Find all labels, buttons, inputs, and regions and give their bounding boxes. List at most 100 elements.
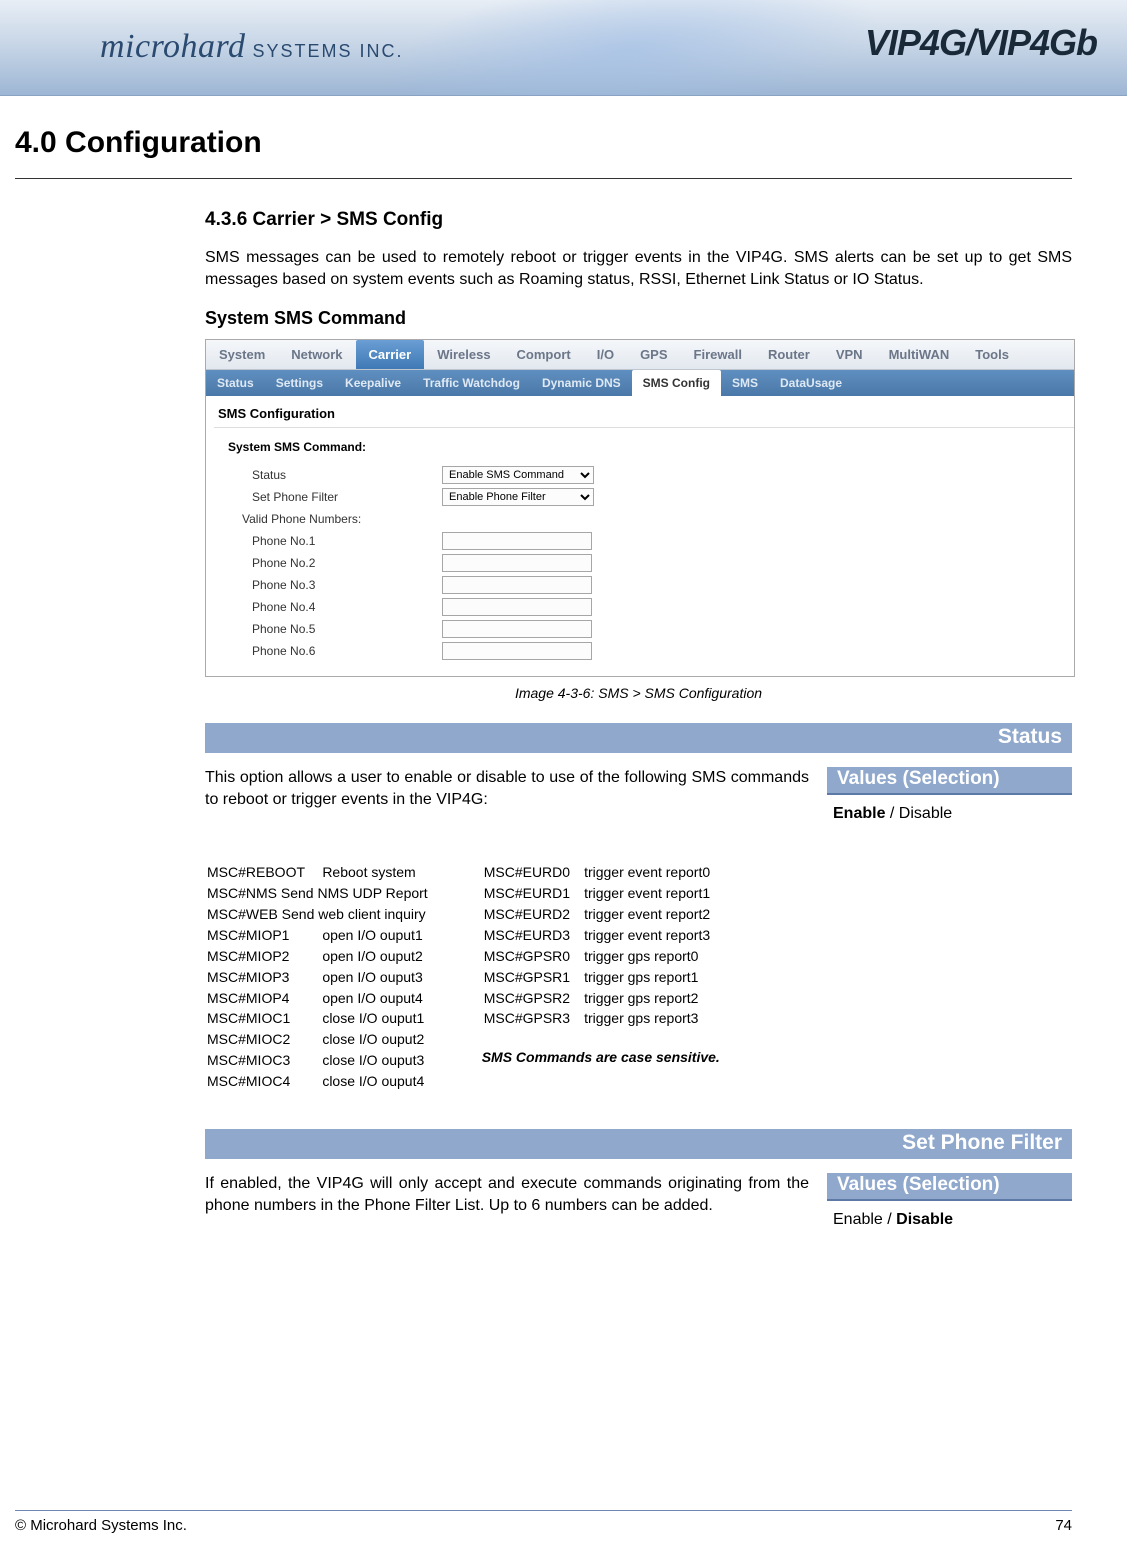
input-phone4[interactable] [442, 598, 592, 616]
row-phone-filter: Set Phone Filter Enable Phone Filter [214, 486, 1074, 508]
cmd-code: MSC#REBOOT [207, 863, 320, 882]
subtab-keepalive[interactable]: Keepalive [334, 370, 412, 396]
label-phone3: Phone No.3 [252, 578, 442, 592]
footer-copyright: © Microhard Systems Inc. [15, 1517, 187, 1534]
cmd-desc: open I/O ouput2 [322, 947, 439, 966]
cmd-desc: trigger event report1 [584, 884, 722, 903]
cmd-row: MSC#WEB Send web client inquiry [207, 905, 440, 924]
cmd-desc: close I/O ouput2 [322, 1030, 439, 1049]
values-header-2: Values (Selection) [827, 1173, 1072, 1201]
cmd-code: MSC#MIOP4 [207, 989, 320, 1008]
cmd-code: MSC#MIOP3 [207, 968, 320, 987]
footer-rule [15, 1510, 1072, 1511]
tab-tools[interactable]: Tools [962, 340, 1022, 369]
row-status: Status Enable SMS Command [214, 464, 1074, 486]
values-header: Values (Selection) [827, 767, 1072, 795]
header-banner: microhard SYSTEMS INC. VIP4G/VIP4Gb [0, 0, 1127, 96]
tab-wireless[interactable]: Wireless [424, 340, 503, 369]
sub-tab-row: Status Settings Keepalive Traffic Watchd… [206, 370, 1074, 396]
section-title: 4.3.6 Carrier > SMS Config [205, 209, 1072, 231]
intro-paragraph: SMS messages can be used to remotely reb… [205, 247, 1072, 290]
label-phone2: Phone No.2 [252, 556, 442, 570]
cmd-row: MSC#NMS Send NMS UDP Report [207, 884, 440, 903]
input-phone5[interactable] [442, 620, 592, 638]
status-value: Enable / Disable [827, 795, 1072, 833]
tab-carrier[interactable]: Carrier [356, 340, 425, 369]
row-phone4: Phone No.4 [214, 596, 1074, 618]
sub-heading: System SMS Command [205, 308, 1072, 329]
cmd-code: MSC#MIOC1 [207, 1009, 320, 1028]
cmd-desc: trigger event report2 [584, 905, 722, 924]
subtab-dynamic-dns[interactable]: Dynamic DNS [531, 370, 632, 396]
status-description: This option allows a user to enable or d… [205, 767, 809, 833]
select-phone-filter[interactable]: Enable Phone Filter [442, 488, 594, 506]
select-status[interactable]: Enable SMS Command [442, 466, 594, 484]
group-title: System SMS Command: [214, 436, 1074, 464]
subtab-settings[interactable]: Settings [265, 370, 334, 396]
brand-main: microhard [100, 28, 246, 65]
page-footer: © Microhard Systems Inc. 74 [15, 1510, 1072, 1534]
filter-value-pre: Enable / [833, 1211, 896, 1228]
cmds-note: SMS Commands are case sensitive. [482, 1048, 724, 1067]
cmd-code: MSC#MIOC4 [207, 1072, 320, 1091]
cmd-desc: open I/O ouput1 [322, 926, 439, 945]
subtab-sms[interactable]: SMS [721, 370, 769, 396]
row-phone1: Phone No.1 [214, 530, 1074, 552]
tab-io[interactable]: I/O [584, 340, 627, 369]
row-phone5: Phone No.5 [214, 618, 1074, 640]
tab-comport[interactable]: Comport [504, 340, 584, 369]
cmd-code: MSC#MIOP1 [207, 926, 320, 945]
input-phone6[interactable] [442, 642, 592, 660]
subtab-sms-config[interactable]: SMS Config [632, 370, 721, 396]
cmds-left-col: MSC#REBOOTReboot system MSC#NMS Send NMS … [205, 861, 442, 1093]
tab-router[interactable]: Router [755, 340, 823, 369]
brand-logo-left: microhard SYSTEMS INC. [100, 28, 404, 66]
cmds-left-table: MSC#REBOOTReboot system MSC#NMS Send NMS … [205, 861, 442, 1093]
subtab-datausage[interactable]: DataUsage [769, 370, 853, 396]
cmd-desc: trigger event report3 [584, 926, 722, 945]
label-phone-filter: Set Phone Filter [252, 490, 442, 504]
tab-gps[interactable]: GPS [627, 340, 680, 369]
cmd-desc: close I/O ouput1 [322, 1009, 439, 1028]
cmd-desc: Reboot system [322, 863, 439, 882]
cmd-code: MSC#GPSR3 [484, 1009, 582, 1028]
input-phone3[interactable] [442, 576, 592, 594]
label-phone6: Phone No.6 [252, 644, 442, 658]
cmd-desc: trigger event report0 [584, 863, 722, 882]
subtab-traffic-watchdog[interactable]: Traffic Watchdog [412, 370, 531, 396]
cmd-code: MSC#EURD1 [484, 884, 582, 903]
panel: SMS Configuration System SMS Command: St… [206, 396, 1074, 676]
sms-commands: MSC#REBOOTReboot system MSC#NMS Send NMS … [205, 861, 1072, 1093]
cmd-code: MSC#MIOC3 [207, 1051, 320, 1070]
cmd-desc: close I/O ouput4 [322, 1072, 439, 1091]
row-valid-numbers: Valid Phone Numbers: [214, 508, 1074, 530]
row-phone2: Phone No.2 [214, 552, 1074, 574]
label-valid-numbers: Valid Phone Numbers: [242, 512, 442, 526]
cmd-code: MSC#EURD0 [484, 863, 582, 882]
label-phone5: Phone No.5 [252, 622, 442, 636]
cmd-code: MSC#EURD2 [484, 905, 582, 924]
cmd-code: MSC#EURD3 [484, 926, 582, 945]
cmd-desc: trigger gps report2 [584, 989, 722, 1008]
label-status: Status [252, 468, 442, 482]
label-phone1: Phone No.1 [252, 534, 442, 548]
brand-logo-right: VIP4G/VIP4Gb [865, 22, 1097, 64]
cmd-code: MSC#GPSR2 [484, 989, 582, 1008]
screenshot-sms-config: System Network Carrier Wireless Comport … [205, 339, 1075, 677]
input-phone2[interactable] [442, 554, 592, 572]
tab-multiwan[interactable]: MultiWAN [876, 340, 963, 369]
subtab-status[interactable]: Status [206, 370, 265, 396]
input-phone1[interactable] [442, 532, 592, 550]
panel-title: SMS Configuration [214, 396, 1074, 428]
page-number: 74 [1055, 1517, 1072, 1534]
cmd-desc: trigger gps report0 [584, 947, 722, 966]
filter-value-bold: Disable [896, 1211, 953, 1228]
cmd-code: MSC#GPSR1 [484, 968, 582, 987]
tab-network[interactable]: Network [278, 340, 355, 369]
main-tab-row: System Network Carrier Wireless Comport … [206, 340, 1074, 370]
cmd-code: MSC#GPSR0 [484, 947, 582, 966]
values-box-status: Values (Selection) Enable / Disable [827, 767, 1072, 833]
tab-system[interactable]: System [206, 340, 278, 369]
tab-firewall[interactable]: Firewall [681, 340, 755, 369]
tab-vpn[interactable]: VPN [823, 340, 876, 369]
